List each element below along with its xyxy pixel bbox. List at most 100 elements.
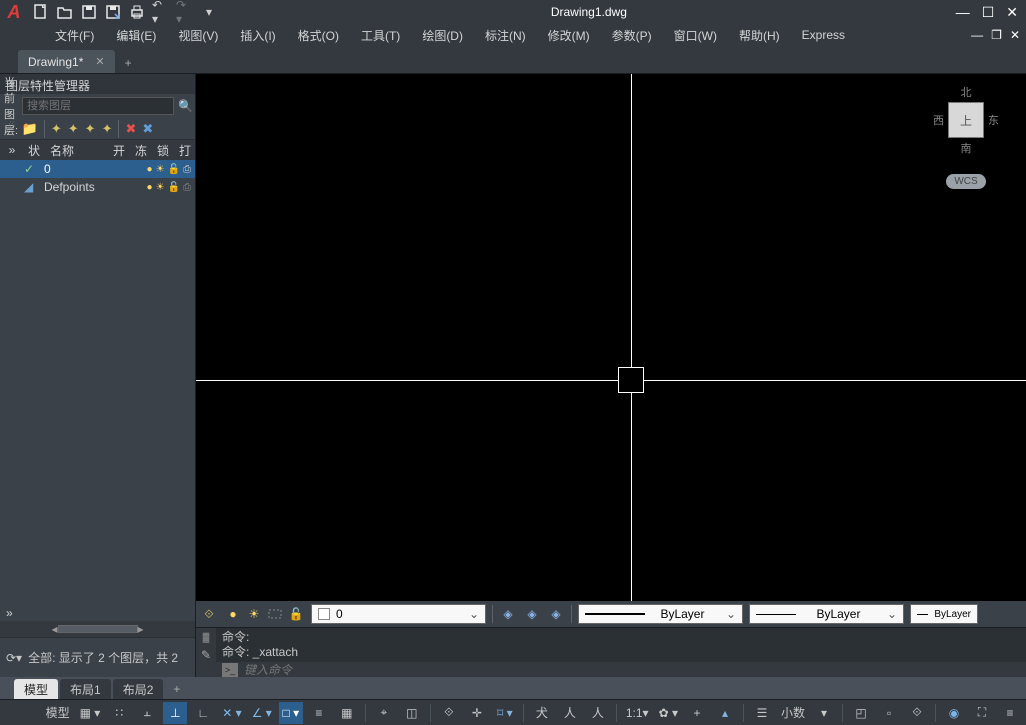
status-units[interactable]: 小数	[778, 702, 808, 724]
bulb-icon[interactable]: ●	[147, 164, 153, 175]
status-walk3-icon[interactable]: 人	[586, 702, 610, 724]
viewcube[interactable]: 北 西 上 东 南 WCS	[916, 84, 1016, 204]
col-plot[interactable]: 打	[179, 142, 189, 159]
col-freeze[interactable]: 冻	[135, 142, 149, 159]
status-infer-icon[interactable]: ⫠	[135, 702, 159, 724]
status-scale[interactable]: 1:1 ▾	[623, 702, 652, 724]
status-3d-icon[interactable]: ⟐	[437, 702, 461, 724]
drawing-canvas[interactable]: 北 西 上 东 南 WCS	[196, 74, 1026, 601]
status-walk2-icon[interactable]: 人	[558, 702, 582, 724]
status-osnap-icon[interactable]: □ ▾	[279, 702, 303, 724]
col-name[interactable]: 名称	[50, 142, 105, 159]
viewcube-west[interactable]: 西	[933, 112, 944, 128]
status-cycle-icon[interactable]: ◫	[400, 702, 424, 724]
layer-iso-icon[interactable]: ◈	[499, 605, 517, 623]
footer-icon[interactable]: ⟳▾	[6, 651, 22, 665]
menu-format[interactable]: 格式(O)	[298, 27, 339, 44]
collapse-icon[interactable]: »	[6, 606, 13, 620]
lock-icon[interactable]: 🔓	[168, 182, 180, 193]
status-lwt-icon[interactable]: ≡	[307, 702, 331, 724]
menu-draw[interactable]: 绘图(D)	[422, 27, 463, 44]
cmd-handle[interactable]: ▓ ✎	[196, 628, 216, 677]
status-dynucs-icon[interactable]: ⌑ ▾	[493, 702, 517, 724]
viewcube-top-face[interactable]: 上	[948, 102, 984, 138]
layer-tool-icon[interactable]: ✦	[68, 121, 79, 137]
menu-window[interactable]: 窗口(W)	[674, 27, 717, 44]
maximize-button[interactable]: ☐	[982, 4, 995, 21]
status-qp-icon[interactable]: ☰	[750, 702, 774, 724]
layer-row[interactable]: ◢ Defpoints ● ☀ 🔓 ⎙	[0, 178, 195, 196]
status-snap-icon[interactable]: ∷	[107, 702, 131, 724]
status-qv-icon[interactable]: ▫	[877, 702, 901, 724]
menu-tools[interactable]: 工具(T)	[361, 27, 400, 44]
plot-icon[interactable]: ⎙	[183, 182, 191, 193]
status-target-icon[interactable]: ⌖	[372, 702, 396, 724]
search-icon[interactable]: 🔍	[178, 99, 193, 113]
menu-insert[interactable]: 插入(I)	[240, 27, 275, 44]
menu-express[interactable]: Express	[802, 28, 845, 42]
saveas-icon[interactable]	[104, 3, 122, 21]
layer-delete-icon[interactable]: ✖	[142, 121, 153, 137]
viewcube-east[interactable]: 东	[988, 112, 999, 128]
undo-icon[interactable]: ↶ ▾	[152, 3, 170, 21]
status-hw-icon[interactable]: ◉	[942, 702, 966, 724]
qat-more-icon[interactable]: ▾	[200, 3, 218, 21]
wcs-badge[interactable]: WCS	[946, 174, 985, 189]
layer-rect-icon[interactable]	[266, 605, 284, 623]
col-state[interactable]: 状	[28, 142, 42, 159]
tab-close-icon[interactable]: ✕	[95, 55, 104, 68]
plot-icon[interactable]: ⎙	[183, 164, 191, 175]
mdi-minimize-button[interactable]: —	[971, 28, 983, 42]
save-icon[interactable]	[80, 3, 98, 21]
h-scrollbar[interactable]: ◂▸	[0, 621, 195, 637]
document-tab[interactable]: Drawing1* ✕	[18, 50, 115, 73]
layer-props-icon[interactable]: ⟐	[200, 605, 218, 623]
status-iso-icon[interactable]: ∠ ▾	[249, 702, 275, 724]
layout-tab-model[interactable]: 模型	[14, 679, 58, 699]
layer-search-input[interactable]	[22, 97, 174, 115]
bulb-icon[interactable]: ●	[147, 182, 153, 193]
folder-icon[interactable]: 📁	[22, 121, 38, 137]
status-plus-icon[interactable]: +	[685, 702, 709, 724]
lineweight-combo[interactable]: ByLayer ⌄	[749, 604, 904, 624]
layer-tool-icon[interactable]: ✦	[85, 121, 96, 137]
status-full-icon[interactable]: ⛶	[970, 702, 994, 724]
status-gear-icon[interactable]: ✿ ▾	[656, 702, 681, 724]
redo-icon[interactable]: ↷ ▾	[176, 3, 194, 21]
lock-icon[interactable]: 🔓	[168, 164, 180, 175]
open-icon[interactable]	[56, 3, 74, 21]
viewcube-north[interactable]: 北	[961, 84, 972, 100]
layout-tab-2[interactable]: 布局2	[113, 679, 164, 699]
sun-icon[interactable]: ☀	[156, 182, 165, 193]
layout-tab-1[interactable]: 布局1	[60, 679, 111, 699]
menu-dimension[interactable]: 标注(N)	[485, 27, 526, 44]
layer-delete-icon[interactable]: ✖	[125, 121, 136, 137]
status-ortho-icon[interactable]: ∟	[191, 702, 215, 724]
layer-row[interactable]: ✓ 0 ● ☀ 🔓 ⎙	[0, 160, 195, 178]
menu-view[interactable]: 视图(V)	[178, 27, 218, 44]
sun-icon[interactable]: ☀	[156, 164, 165, 175]
status-walk-icon[interactable]: 犬	[530, 702, 554, 724]
col-lock[interactable]: 锁	[157, 142, 171, 159]
status-polar-icon[interactable]: ✕ ▾	[219, 702, 244, 724]
layer-match-icon[interactable]: ◈	[523, 605, 541, 623]
layer-prev-icon[interactable]: ◈	[547, 605, 565, 623]
status-ann-icon[interactable]: ▴	[713, 702, 737, 724]
status-custom-icon[interactable]: ≡	[998, 702, 1022, 724]
layer-tool-icon[interactable]: ✦	[51, 121, 62, 137]
new-icon[interactable]	[32, 3, 50, 21]
menu-modify[interactable]: 修改(M)	[548, 27, 590, 44]
cmd-input[interactable]	[244, 663, 1020, 677]
status-sel-icon[interactable]: ◰	[849, 702, 873, 724]
cmd-config-icon[interactable]: ✎	[201, 648, 211, 662]
expand-icon[interactable]: »	[4, 143, 20, 157]
plotstyle-combo[interactable]: ByLayer	[910, 604, 978, 624]
minimize-button[interactable]: —	[956, 4, 970, 21]
status-grid-icon[interactable]: ▦ ▾	[77, 702, 104, 724]
status-center-icon[interactable]: ✛	[465, 702, 489, 724]
status-model[interactable]: 模型	[43, 702, 73, 724]
linetype-combo[interactable]: ByLayer ⌄	[578, 604, 743, 624]
layer-bulb-icon[interactable]: ●	[224, 605, 242, 623]
layer-tool-icon[interactable]: ✦	[102, 121, 113, 137]
status-trans-icon[interactable]: ▦	[335, 702, 359, 724]
